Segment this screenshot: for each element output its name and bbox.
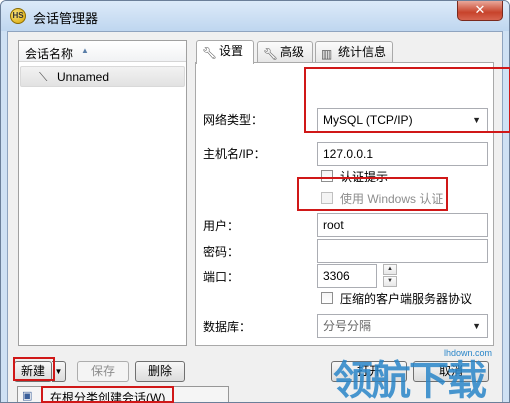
wrench-small-icon: 🔧︎ xyxy=(263,47,279,61)
new-dropdown-button[interactable]: ▼ xyxy=(52,361,66,382)
sort-ascending-icon: ▲ xyxy=(81,46,89,55)
tree-item-label: Unnamed xyxy=(57,70,110,84)
tree-item-session[interactable]: ⟍ Unnamed xyxy=(20,66,185,87)
compress-checkbox[interactable] xyxy=(321,292,333,304)
tab-advanced-label: 高级 xyxy=(280,45,305,59)
window-title: 会话管理器 xyxy=(33,11,99,26)
tab-statistics[interactable]: ▥ 统计信息 xyxy=(315,41,393,63)
stats-icon: ▥ xyxy=(321,47,333,61)
settings-panel: 网络类型： MySQL (TCP/IP) ▼ 主机名/IP： 127.0.0.1… xyxy=(195,62,494,346)
host-value: 127.0.0.1 xyxy=(323,147,374,161)
database-value: 分号分隔 xyxy=(323,319,372,333)
host-input[interactable]: 127.0.0.1 xyxy=(317,142,488,166)
new-session-menu: ▣ 在根分类创建会话(W) xyxy=(17,386,229,402)
port-value: 3306 xyxy=(323,269,350,283)
password-input[interactable] xyxy=(317,239,488,263)
new-button[interactable]: 新建 xyxy=(14,361,52,382)
compress-label: 压缩的客户端服务器协议 xyxy=(340,292,473,306)
network-type-value: MySQL (TCP/IP) xyxy=(323,113,413,127)
new-session-icon: ▣ xyxy=(22,390,33,402)
tab-settings-label: 设置 xyxy=(219,44,244,58)
port-decrement-button[interactable]: ▼ xyxy=(383,276,397,287)
auth-prompt-checkbox[interactable] xyxy=(321,170,333,182)
session-tree[interactable]: 会话名称 ▲ ⟍ Unnamed xyxy=(18,40,187,346)
port-increment-button[interactable]: ▲ xyxy=(383,264,397,275)
host-label: 主机名/IP： xyxy=(203,147,266,161)
password-label: 密码： xyxy=(203,245,240,259)
save-button[interactable]: 保存 xyxy=(77,361,129,382)
chevron-down-icon: ▼ xyxy=(472,321,481,331)
windows-auth-label: 使用 Windows 认证 xyxy=(340,192,444,206)
delete-button[interactable]: 删除 xyxy=(135,361,185,382)
session-manager-window: HS 会话管理器 ✕ 会话名称 ▲ ⟍ Unnamed 🔧︎ 设置 🔧︎ 高级 … xyxy=(0,0,510,403)
port-label: 端口： xyxy=(203,270,240,284)
tab-statistics-label: 统计信息 xyxy=(338,45,387,59)
close-button[interactable]: ✕ xyxy=(457,1,503,21)
network-type-label: 网络类型： xyxy=(203,113,264,127)
user-input[interactable]: root xyxy=(317,213,488,237)
database-select[interactable]: 分号分隔 ▼ xyxy=(317,314,488,338)
user-value: root xyxy=(323,218,344,232)
chevron-down-icon: ▼ xyxy=(472,115,481,125)
wrench-icon: 🔧︎ xyxy=(202,46,218,60)
session-plug-icon: ⟍ xyxy=(39,70,48,84)
tab-settings[interactable]: 🔧︎ 设置 xyxy=(196,40,254,64)
tree-column-header[interactable]: 会话名称 ▲ xyxy=(19,41,186,62)
app-icon: HS xyxy=(10,8,26,24)
network-type-select[interactable]: MySQL (TCP/IP) ▼ xyxy=(317,108,488,132)
auth-prompt-label: 认证提示 xyxy=(340,170,389,184)
windows-auth-checkbox[interactable] xyxy=(321,192,333,204)
port-input[interactable]: 3306 xyxy=(317,264,377,288)
watermark-url: lhdown.com xyxy=(444,348,493,358)
menu-item-create-root-session[interactable]: 在根分类创建会话(W) xyxy=(50,389,165,402)
tab-advanced[interactable]: 🔧︎ 高级 xyxy=(257,41,313,63)
title-bar: HS 会话管理器 ✕ xyxy=(1,1,509,31)
database-label: 数据库： xyxy=(203,320,252,334)
tree-column-label: 会话名称 xyxy=(25,47,74,61)
user-label: 用户： xyxy=(203,219,240,233)
